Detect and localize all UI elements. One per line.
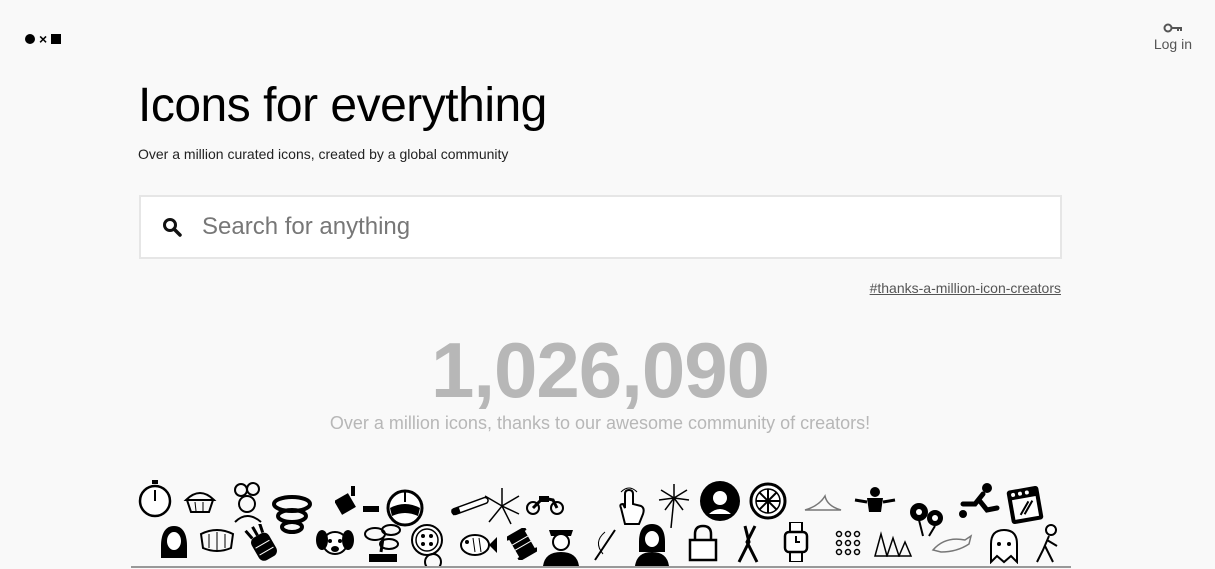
police-officer-icon[interactable] [541, 522, 581, 566]
needle-icon[interactable] [591, 528, 619, 562]
dolphin-icon[interactable] [931, 530, 973, 560]
logo[interactable]: × [25, 31, 62, 47]
search-bar[interactable] [139, 195, 1062, 259]
ghost-icon[interactable] [987, 526, 1021, 564]
square-icon [51, 34, 62, 44]
dog-icon[interactable] [315, 526, 355, 558]
woman-icon[interactable] [633, 522, 671, 566]
soccer-player-icon[interactable] [957, 482, 1001, 522]
pruning-shears-icon[interactable] [733, 524, 763, 564]
stopwatch-icon[interactable] [137, 478, 173, 518]
login-button[interactable]: Log in [1154, 22, 1192, 52]
fireworks-icon[interactable] [481, 486, 523, 526]
login-label: Log in [1153, 36, 1192, 52]
motorcycle-icon[interactable] [525, 490, 565, 518]
icon-collage [131, 476, 1071, 568]
lighter-icon[interactable] [335, 482, 381, 518]
spiral-icon[interactable] [271, 494, 313, 538]
hijab-woman-icon[interactable] [157, 524, 191, 560]
times-icon: × [39, 31, 48, 47]
person-walking-icon[interactable] [1031, 524, 1061, 564]
person-portrait-icon[interactable] [699, 480, 741, 522]
search-icon[interactable] [162, 217, 182, 237]
oven-icon[interactable] [1005, 484, 1045, 526]
circle-icon [25, 34, 35, 44]
thanks-creators-link[interactable]: #thanks-a-million-icon-creators [870, 280, 1061, 296]
icon-count: 1,026,090 [430, 326, 770, 414]
thread-spool-icon[interactable] [507, 528, 537, 560]
page-subtitle: Over a million curated icons, created by… [138, 146, 509, 162]
cupcake-icon[interactable] [183, 486, 217, 514]
key-icon [1163, 23, 1182, 33]
chef-icon[interactable] [229, 482, 267, 524]
community-message: Over a million icons, thanks to our awes… [329, 413, 871, 433]
page-title: Icons for everything [138, 79, 547, 132]
businessman-icon[interactable] [853, 486, 897, 518]
fish-icon[interactable] [455, 528, 497, 562]
dots-grid-icon[interactable] [835, 530, 861, 556]
search-input[interactable] [202, 213, 1022, 241]
wheel-icon[interactable] [749, 482, 787, 520]
button-icon[interactable] [409, 522, 445, 566]
bird-icon[interactable] [803, 492, 843, 516]
dentures-icon[interactable] [199, 528, 235, 554]
bonsai-icon[interactable] [361, 522, 405, 566]
lock-icon[interactable] [687, 524, 719, 562]
watch-icon[interactable] [783, 522, 809, 562]
hand-tap-icon[interactable] [613, 486, 647, 526]
dandelion-icon[interactable] [657, 482, 691, 528]
